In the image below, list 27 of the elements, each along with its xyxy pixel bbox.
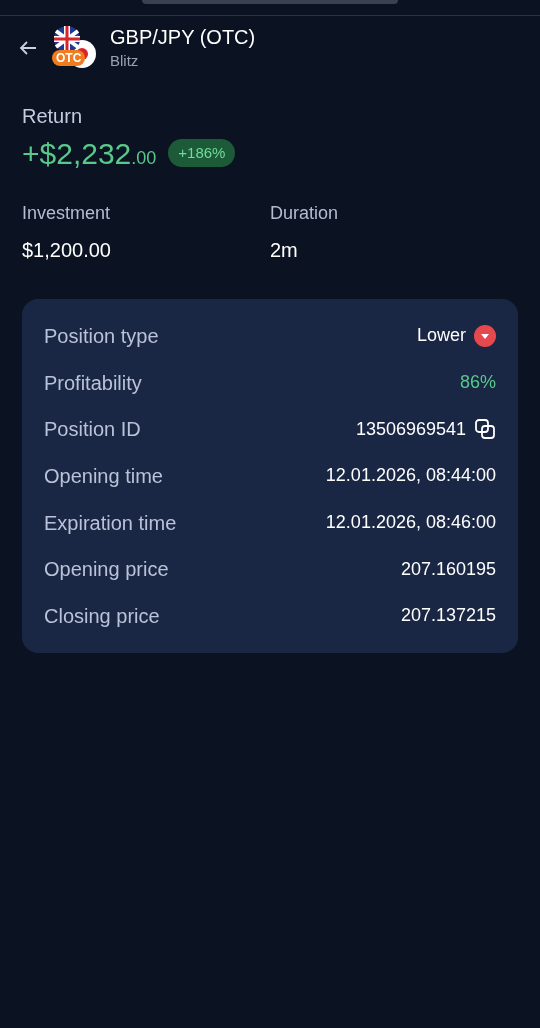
stat-value: $1,200.00 (22, 237, 112, 263)
down-caret-icon (474, 324, 496, 347)
detail-value: 86% (459, 371, 496, 395)
return-amount: +$2,232.00 (22, 135, 157, 172)
detail-label: Position type (44, 323, 159, 349)
stat-label: Investment (22, 201, 112, 225)
detail-label: Profitability (44, 370, 142, 396)
detail-label: Expiration time (44, 510, 177, 536)
detail-value: 12.01.2026, 08:44:00 (325, 464, 496, 488)
detail-label: Opening price (44, 557, 169, 583)
asset-title: GBP/JPY (OTC) (110, 25, 256, 50)
otc-badge: OTC (52, 50, 86, 67)
detail-label: Opening time (44, 463, 163, 489)
return-label: Return (22, 103, 84, 129)
asset-subtitle: Blitz (110, 51, 140, 71)
stat-label: Duration (270, 201, 340, 225)
copy-icon[interactable] (474, 418, 496, 441)
stat-value: 2m (270, 237, 299, 263)
detail-value: 207.137215 (400, 604, 496, 628)
detail-value: 12.01.2026, 08:46:00 (325, 511, 496, 535)
return-percent-badge: +186% (168, 138, 236, 168)
detail-label: Position ID (44, 417, 141, 443)
detail-value: 13506969541 (355, 417, 466, 441)
detail-label: Closing price (44, 603, 160, 629)
sheet-handle[interactable] (142, 0, 398, 4)
detail-value: Lower (416, 324, 466, 348)
detail-value: 207.160195 (400, 557, 496, 581)
